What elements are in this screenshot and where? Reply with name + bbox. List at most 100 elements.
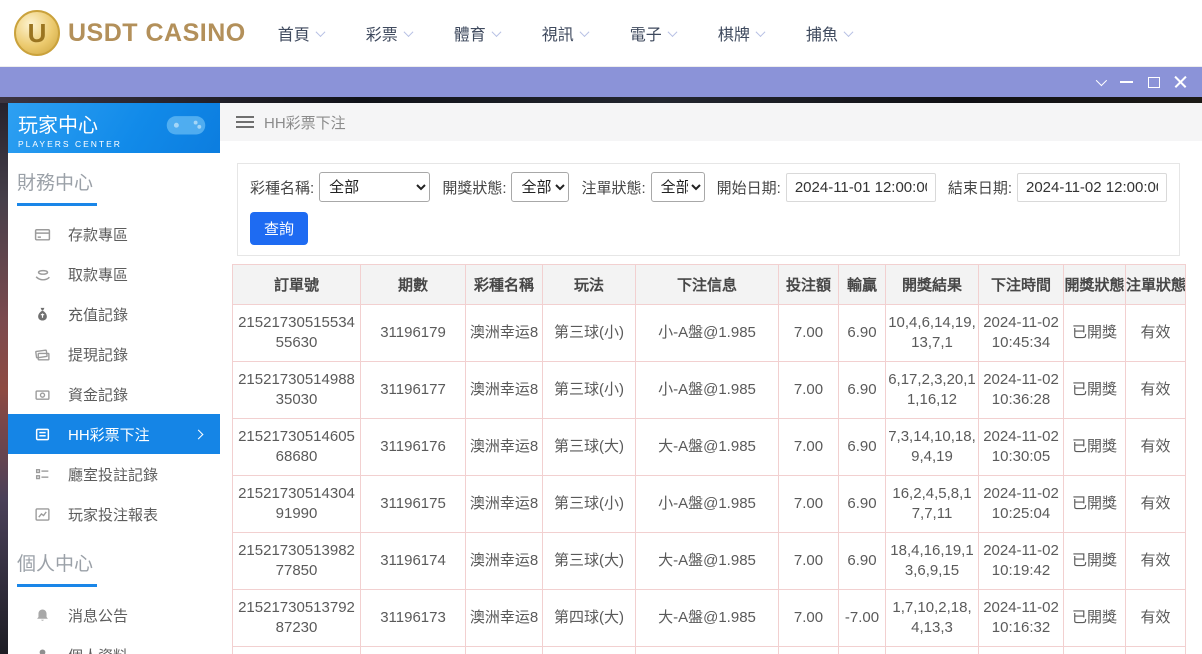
sidebar-item-deposit[interactable]: 存款專區 bbox=[8, 214, 220, 254]
cell-draw-status: 已開獎 bbox=[1064, 476, 1126, 533]
nav-item-cards[interactable]: 棋牌 bbox=[718, 21, 764, 45]
cell-play-type: 第三球(大) bbox=[543, 533, 636, 590]
cell-bet-info: 小-A盤@1.985 bbox=[636, 305, 779, 362]
cell-bet-amount: 7.00 bbox=[779, 476, 839, 533]
nav-item-fishing[interactable]: 捕魚 bbox=[806, 21, 852, 45]
nav-label: 視訊 bbox=[542, 21, 574, 45]
sidebar-item-label: HH彩票下注 bbox=[68, 424, 150, 445]
maximize-icon bbox=[1148, 77, 1160, 88]
cell-bet-info: 小-A盤@1.985 bbox=[636, 476, 779, 533]
cell-draw-status: 已開獎 bbox=[1064, 419, 1126, 476]
chevron-down-icon bbox=[491, 27, 501, 37]
site-logo[interactable]: U USDT CASINO bbox=[14, 10, 246, 56]
cell-order-no: 2152173051398277850 bbox=[233, 533, 361, 590]
chevron-down-icon bbox=[667, 27, 677, 37]
start-date-label: 開始日期: bbox=[717, 177, 781, 198]
sidebar-item-room-bet-records[interactable]: 廳室投註記錄 bbox=[8, 454, 220, 494]
cell-win-loss: 6.90 bbox=[839, 362, 886, 419]
chevron-down-icon bbox=[579, 27, 589, 37]
cell-period: 31196179 bbox=[361, 305, 466, 362]
sidebar-item-profile[interactable]: 個人資料 bbox=[8, 635, 220, 654]
funds-record-icon bbox=[33, 385, 51, 403]
cell-draw-status: 已開獎 bbox=[1064, 305, 1126, 362]
table-row: 2152173051498835030 31196177 澳洲幸运8 第三球(小… bbox=[233, 362, 1186, 419]
cell-order-status: 有效 bbox=[1126, 305, 1186, 362]
close-icon bbox=[1173, 75, 1188, 90]
draw-status-select[interactable]: 全部 bbox=[511, 172, 569, 202]
cell-order-no: 2152173051498835030 bbox=[233, 362, 361, 419]
page-title: HH彩票下注 bbox=[264, 112, 346, 133]
window-dropdown-button[interactable] bbox=[1086, 69, 1113, 95]
order-status-select[interactable]: 全部 bbox=[651, 172, 705, 202]
column-header-play-type: 玩法 bbox=[543, 265, 636, 305]
nav-item-lottery[interactable]: 彩票 bbox=[366, 21, 412, 45]
sidebar-item-funds-records[interactable]: 資金記錄 bbox=[8, 374, 220, 414]
sidebar-item-label: 資金記錄 bbox=[68, 384, 128, 405]
lottery-name-select[interactable]: 全部 bbox=[319, 172, 430, 202]
cell-bet-time bbox=[979, 647, 1064, 654]
window-maximize-button[interactable] bbox=[1140, 69, 1167, 95]
window-minimize-button[interactable] bbox=[1113, 69, 1140, 95]
cell-bet-time: 2024-11-02 10:45:34 bbox=[979, 305, 1064, 362]
sidebar-item-hh-lottery-bets[interactable]: HH彩票下注 bbox=[8, 414, 220, 454]
cell-period: 31196175 bbox=[361, 476, 466, 533]
hamburger-menu-icon[interactable] bbox=[236, 116, 254, 128]
finance-section: 財務中心 bbox=[8, 153, 220, 206]
column-header-draw-result: 開獎結果 bbox=[886, 265, 979, 305]
order-status-label: 注單狀態: bbox=[581, 177, 645, 198]
nav-item-slots[interactable]: 電子 bbox=[630, 21, 676, 45]
cell-play-type: 第三球(小) bbox=[543, 362, 636, 419]
cell-draw-status bbox=[1064, 647, 1126, 654]
cell-lottery-name: 澳洲幸运8 bbox=[466, 476, 543, 533]
cell-play-type: 第三球(小) bbox=[543, 305, 636, 362]
withdraw-hand-icon bbox=[33, 265, 51, 283]
nav-label: 捕魚 bbox=[806, 21, 838, 45]
nav-item-home[interactable]: 首頁 bbox=[278, 21, 324, 45]
end-date-input[interactable] bbox=[1017, 173, 1167, 202]
column-header-order-status: 注單狀態 bbox=[1126, 265, 1186, 305]
sidebar: 玩家中心 PLAYERS CENTER 財務中心 存款專區 bbox=[8, 103, 220, 654]
column-header-draw-status: 開獎狀態 bbox=[1064, 265, 1126, 305]
gamepad-icon bbox=[164, 110, 208, 138]
nav-item-video[interactable]: 視訊 bbox=[542, 21, 588, 45]
cell-draw-status: 已開獎 bbox=[1064, 590, 1126, 647]
sidebar-item-label: 充值記錄 bbox=[68, 304, 128, 325]
nav-label: 棋牌 bbox=[718, 21, 750, 45]
app-window: U USDT CASINO 首頁 彩票 體育 視訊 電子 棋牌 捕魚 玩家中心 … bbox=[0, 0, 1202, 654]
filter-panel: 彩種名稱: 全部 開獎狀態: 全部 注單狀態: 全部 開始日期: 結束日期: 查… bbox=[237, 163, 1180, 256]
player-report-icon bbox=[33, 505, 51, 523]
column-header-bet-info: 下注信息 bbox=[636, 265, 779, 305]
cell-order-no: 2152173051460568680 bbox=[233, 419, 361, 476]
finance-section-heading: 財務中心 bbox=[17, 168, 220, 195]
table-row: 2152173051398277850 31196174 澳洲幸运8 第三球(大… bbox=[233, 533, 1186, 590]
nav-item-sports[interactable]: 體育 bbox=[454, 21, 500, 45]
withdrawal-notes-icon bbox=[33, 345, 51, 363]
section-underline bbox=[17, 584, 97, 587]
chevron-right-icon bbox=[194, 429, 204, 439]
cell-win-loss: 6.90 bbox=[839, 533, 886, 590]
sidebar-item-label: 存款專區 bbox=[68, 224, 128, 245]
search-button[interactable]: 查詢 bbox=[250, 212, 308, 245]
start-date-input[interactable] bbox=[786, 173, 936, 202]
personal-menu: 消息公告 個人資料 bbox=[8, 595, 220, 654]
window-close-button[interactable] bbox=[1167, 69, 1194, 95]
sidebar-item-withdrawal-records[interactable]: 提現記錄 bbox=[8, 334, 220, 374]
cell-bet-amount: 7.00 bbox=[779, 305, 839, 362]
sidebar-item-recharge-records[interactable]: 充值記錄 bbox=[8, 294, 220, 334]
cell-bet-time: 2024-11-02 10:30:05 bbox=[979, 419, 1064, 476]
cell-bet-amount: 7.00 bbox=[779, 362, 839, 419]
sidebar-item-withdraw[interactable]: 取款專區 bbox=[8, 254, 220, 294]
cell-order-status: 有效 bbox=[1126, 419, 1186, 476]
recharge-moneybag-icon bbox=[33, 305, 51, 323]
table-header-row: 訂單號 期數 彩種名稱 玩法 下注信息 投注額 輸贏 開獎結果 下注時間 開獎狀… bbox=[233, 265, 1186, 305]
breadcrumb: HH彩票下注 bbox=[220, 103, 1202, 141]
sidebar-item-notices[interactable]: 消息公告 bbox=[8, 595, 220, 635]
cell-lottery-name: 澳洲幸运8 bbox=[466, 419, 543, 476]
chevron-down-icon bbox=[755, 27, 765, 37]
cell-bet-amount bbox=[779, 647, 839, 654]
draw-status-label: 開獎狀態: bbox=[442, 177, 506, 198]
lottery-bet-icon bbox=[33, 425, 51, 443]
sidebar-subtitle: PLAYERS CENTER bbox=[18, 139, 220, 149]
sidebar-item-player-bet-report[interactable]: 玩家投注報表 bbox=[8, 494, 220, 534]
cell-draw-status: 已開獎 bbox=[1064, 362, 1126, 419]
